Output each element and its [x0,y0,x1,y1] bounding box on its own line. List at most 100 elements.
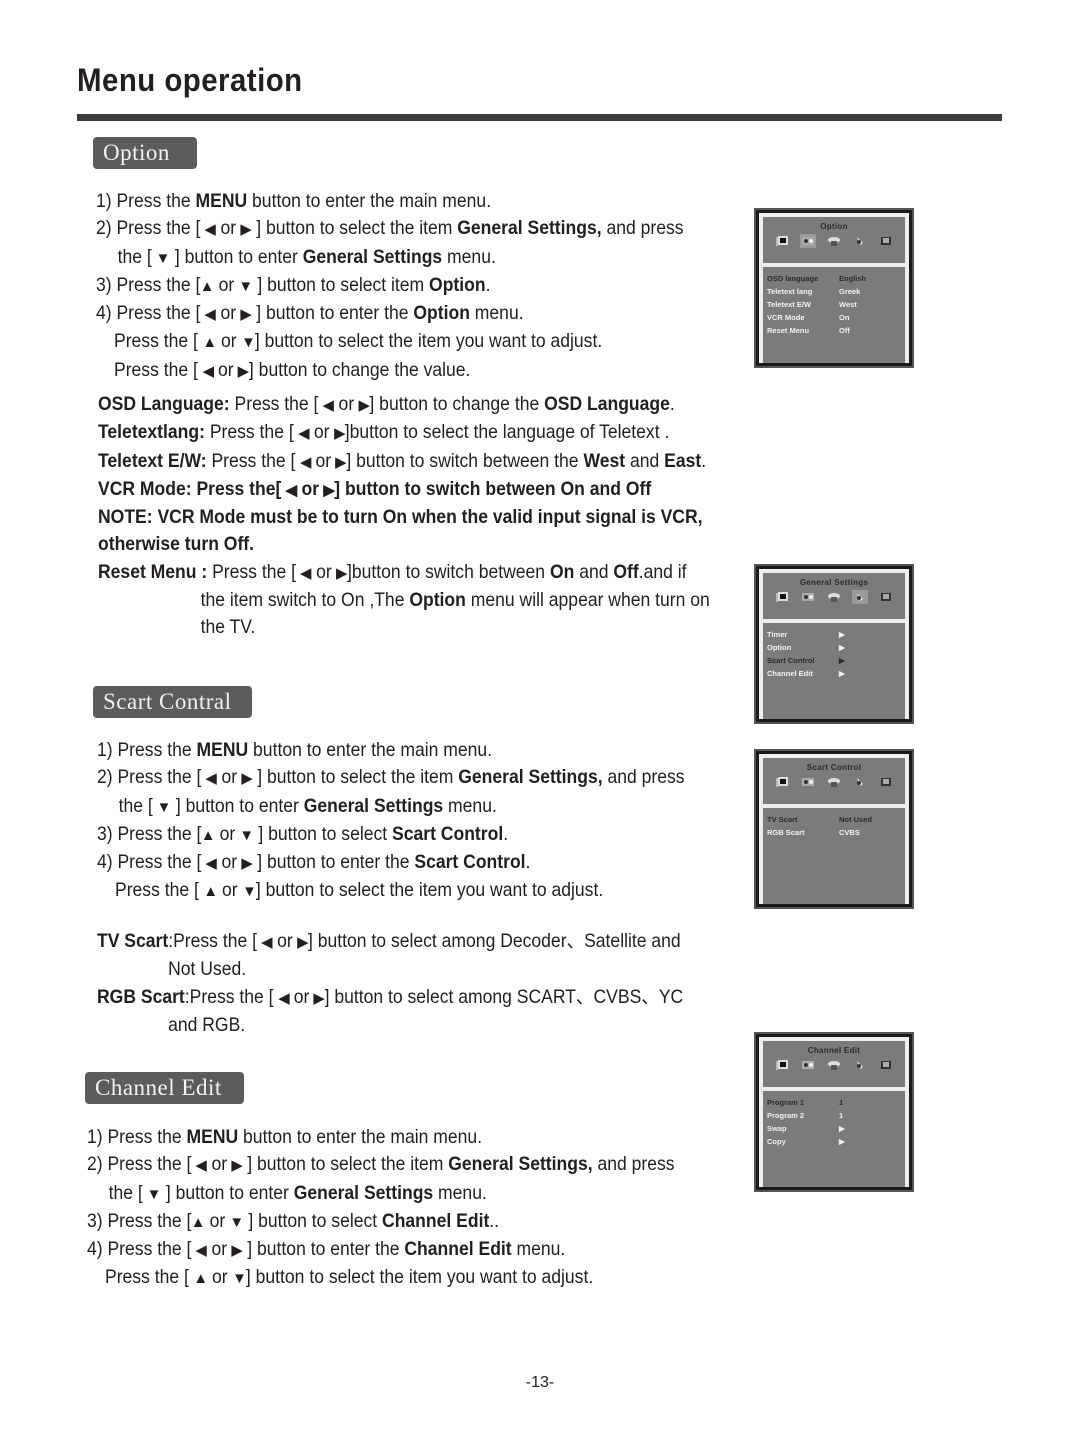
step-1: 1) Press the MENU button to enter the ma… [97,739,493,761]
osd-row-value: ▶ [839,630,845,639]
osd-title: General Settings [799,578,869,587]
osd-general-settings-menu: General Settings Timer ▶ Option ▶ Scart Contr… [754,564,914,724]
section-heading-scart-control: Scart Contral [93,686,252,718]
step-2: 2) Press the [ ◀ or ▶ ] button to select… [97,764,685,792]
right-arrow-icon: ▶ [240,306,252,324]
tv-icon [878,234,894,248]
right-arrow-icon: ▶ [313,989,326,1007]
osd-row-value: English [839,274,867,283]
osd-row: Copy ▶ [767,1135,901,1148]
step-3: 3) Press the [▲ or ▼ ] button to select … [96,272,684,300]
osd-row: VCR Mode On [767,311,901,324]
osd-row: Swap ▶ [767,1122,901,1135]
left-arrow-icon: ◀ [204,221,217,239]
timer-icon [852,590,868,604]
osd-row-label: TV Scart [767,815,798,824]
osd-row-value: ▶ [839,643,845,652]
osd-row-value: ▶ [839,656,845,665]
osd-row: TV Scart Not Used [767,813,901,826]
timer-icon [852,775,868,789]
timer-icon [852,1058,868,1072]
right-arrow-icon: ▶ [358,397,370,414]
desc-reset-menu-cont: the item switch to On ,The Option menu w… [200,589,710,612]
left-arrow-icon: ◀ [277,989,290,1007]
up-arrow-icon: ▲ [202,334,217,352]
right-arrow-icon: ▶ [231,1157,243,1175]
osd-row-value: Not Used [839,815,872,824]
step-4: 4) Press the [ ◀ or ▶ ] button to enter … [96,300,684,328]
osd-row-value: On [839,313,850,322]
desc-osd-language: OSD Language: Press the [ ◀ or ▶] button… [98,391,710,419]
left-arrow-icon: ◀ [204,306,217,324]
scart-descriptions: TV Scart:Press the [ ◀ or ▶] button to s… [97,928,748,1039]
desc-reset-menu-cont2: the TV. [200,616,256,639]
down-arrow-icon: ▼ [156,798,172,816]
down-arrow-icon: ▼ [240,334,256,352]
osd-row: Option ▶ [767,641,901,654]
page-title: Menu operation [77,62,303,98]
step-5: Press the [ ▲ or ▼] button to select the… [96,328,684,356]
osd-row-value: 1 [839,1111,844,1120]
osd-row-label: VCR Mode [767,313,805,322]
left-arrow-icon: ◀ [322,397,335,414]
left-arrow-icon: ◀ [205,770,218,788]
osd-row-label: RGB Scart [767,828,805,837]
osd-row: Teletext lang Greek [767,285,901,298]
osd-row-label: Option [767,643,792,652]
down-arrow-icon: ▼ [229,1213,245,1231]
osd-scart-control-menu: Scart Control TV Scart Not Used RGB Scart CV… [754,749,914,909]
down-arrow-icon: ▼ [231,1270,247,1288]
step-2: 2) Press the [ ◀ or ▶ ] button to select… [96,215,684,243]
osd-title: Scart Control [806,763,862,772]
osd-row: Reset Menu Off [767,324,901,337]
desc-reset-menu: Reset Menu : Press the [ ◀ or ▶]button t… [98,559,710,587]
osd-row: Timer ▶ [767,628,901,641]
sound-icon [800,234,816,248]
left-arrow-icon: ◀ [195,1242,208,1260]
osd-channel-edit-menu: Channel Edit Program 1 1 Program 2 1 Swap ▶ Cop… [754,1032,914,1192]
scart-steps: 1) Press the MENU button to enter the ma… [97,737,750,906]
right-arrow-icon: ▶ [241,855,253,873]
osd-option-menu: Option OSD language English Teletext lang Gr… [754,208,914,368]
osd-row: Program 2 1 [767,1109,901,1122]
osd-row-value: West [839,300,857,309]
picture-icon [774,590,790,604]
up-arrow-icon: ▲ [199,277,215,295]
picture-icon [774,1058,790,1072]
osd-row: OSD language English [767,272,901,285]
osd-row-value: ▶ [839,1137,845,1146]
note-line-1: NOTE: VCR Mode must be to turn On when t… [98,506,703,529]
left-arrow-icon: ◀ [285,481,298,499]
timer-icon [852,234,868,248]
settings-icon [826,590,842,604]
left-arrow-icon: ◀ [202,362,214,380]
step-2-cont: the [ ▼ ] button to enter General Settin… [96,244,684,272]
step-1: 1) Press the MENU button to enter the ma… [87,1126,483,1148]
right-arrow-icon: ▶ [240,221,252,239]
option-steps: 1) Press the MENU button to enter the ma… [96,188,749,385]
right-arrow-icon: ▶ [323,481,335,499]
desc-teletext-ew: Teletext E/W: Press the [ ◀ or ▶] button… [98,448,710,476]
osd-row-label: Scart Control [767,656,815,665]
up-arrow-icon: ▲ [203,883,218,901]
osd-title: Channel Edit [807,1046,861,1055]
osd-row-label: Timer [767,630,788,639]
left-arrow-icon: ◀ [299,453,312,471]
step-4: 4) Press the [ ◀ or ▶ ] button to enter … [97,849,685,877]
sound-icon [800,590,816,604]
desc-rgb-scart: RGB Scart:Press the [ ◀ or ▶] button to … [97,984,683,1012]
step-6: Press the [ ◀ or ▶] button to change the… [96,357,684,385]
osd-row: RGB Scart CVBS [767,826,901,839]
left-arrow-icon: ◀ [300,564,312,582]
up-arrow-icon: ▲ [200,826,216,844]
up-arrow-icon: ▲ [190,1213,206,1231]
left-arrow-icon: ◀ [195,1157,208,1175]
right-arrow-icon: ▶ [297,934,309,951]
right-arrow-icon: ▶ [335,453,347,471]
osd-row: Teletext E/W West [767,298,901,311]
osd-row: Channel Edit ▶ [767,667,901,680]
step-3: 3) Press the [▲ or ▼ ] button to select … [97,821,685,849]
picture-icon [774,775,790,789]
title-rule [77,114,1002,121]
osd-row-value: CVBS [839,828,860,837]
